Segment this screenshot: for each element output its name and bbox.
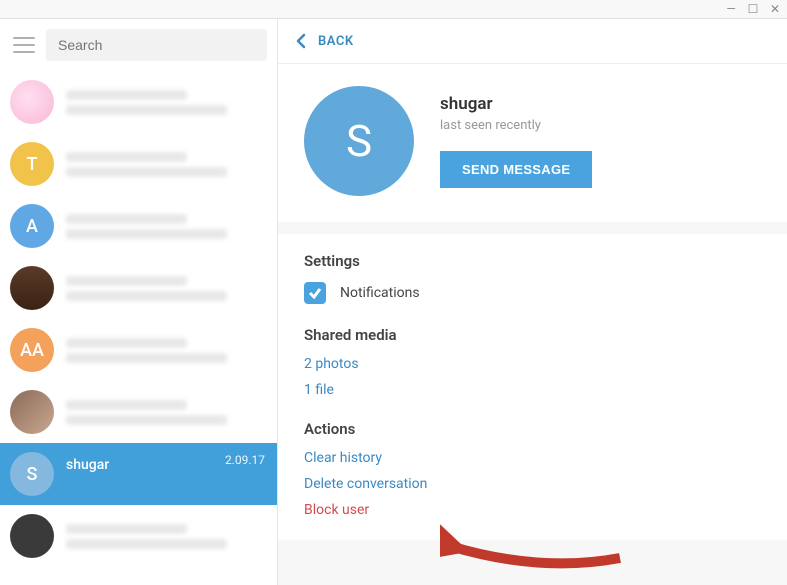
profile-name: shugar bbox=[440, 94, 592, 114]
shared-media-title: Shared media bbox=[304, 326, 761, 344]
chat-item[interactable]: T bbox=[0, 133, 277, 195]
avatar bbox=[10, 514, 54, 558]
chat-item[interactable] bbox=[0, 505, 277, 567]
notifications-label: Notifications bbox=[340, 285, 420, 301]
delete-conversation-link[interactable]: Delete conversation bbox=[304, 476, 761, 492]
avatar: T bbox=[10, 142, 54, 186]
avatar bbox=[10, 80, 54, 124]
settings-title: Settings bbox=[304, 252, 761, 270]
maximize-button[interactable]: ☐ bbox=[747, 3, 759, 15]
chat-item[interactable] bbox=[0, 71, 277, 133]
profile-card: S shugar last seen recently SEND MESSAGE bbox=[278, 64, 787, 222]
profile-avatar[interactable]: S bbox=[304, 86, 414, 196]
chat-preview bbox=[66, 476, 267, 491]
avatar: A bbox=[10, 204, 54, 248]
chat-item[interactable]: A bbox=[0, 195, 277, 257]
chevron-left-icon bbox=[296, 33, 306, 49]
avatar bbox=[10, 266, 54, 310]
shared-file-link[interactable]: 1 file bbox=[304, 382, 761, 398]
search-input[interactable] bbox=[46, 29, 267, 61]
back-button[interactable]: BACK bbox=[278, 19, 787, 64]
minimize-button[interactable]: — bbox=[725, 3, 737, 15]
chat-time: 2.09.17 bbox=[225, 453, 265, 467]
menu-icon[interactable] bbox=[10, 35, 38, 55]
sidebar: T A AA S shugar bbox=[0, 19, 278, 585]
chat-list: T A AA S shugar bbox=[0, 71, 277, 585]
clear-history-link[interactable]: Clear history bbox=[304, 450, 761, 466]
shared-photos-link[interactable]: 2 photos bbox=[304, 356, 761, 372]
avatar: AA bbox=[10, 328, 54, 372]
window-titlebar: — ☐ ✕ bbox=[0, 0, 787, 19]
send-message-button[interactable]: SEND MESSAGE bbox=[440, 151, 592, 188]
chat-item-selected[interactable]: S shugar 2.09.17 bbox=[0, 443, 277, 505]
chat-item[interactable] bbox=[0, 257, 277, 319]
avatar: S bbox=[10, 452, 54, 496]
chat-item[interactable] bbox=[0, 381, 277, 443]
close-button[interactable]: ✕ bbox=[769, 3, 781, 15]
chat-item[interactable]: AA bbox=[0, 319, 277, 381]
block-user-link[interactable]: Block user bbox=[304, 502, 761, 518]
profile-status: last seen recently bbox=[440, 118, 592, 133]
main-panel: BACK S shugar last seen recently SEND ME… bbox=[278, 19, 787, 585]
actions-title: Actions bbox=[304, 420, 761, 438]
checkbox-checked-icon bbox=[304, 282, 326, 304]
notifications-toggle[interactable]: Notifications bbox=[304, 282, 761, 304]
back-label: BACK bbox=[318, 34, 354, 49]
settings-section: Settings Notifications Shared media 2 ph… bbox=[278, 234, 787, 540]
avatar bbox=[10, 390, 54, 434]
